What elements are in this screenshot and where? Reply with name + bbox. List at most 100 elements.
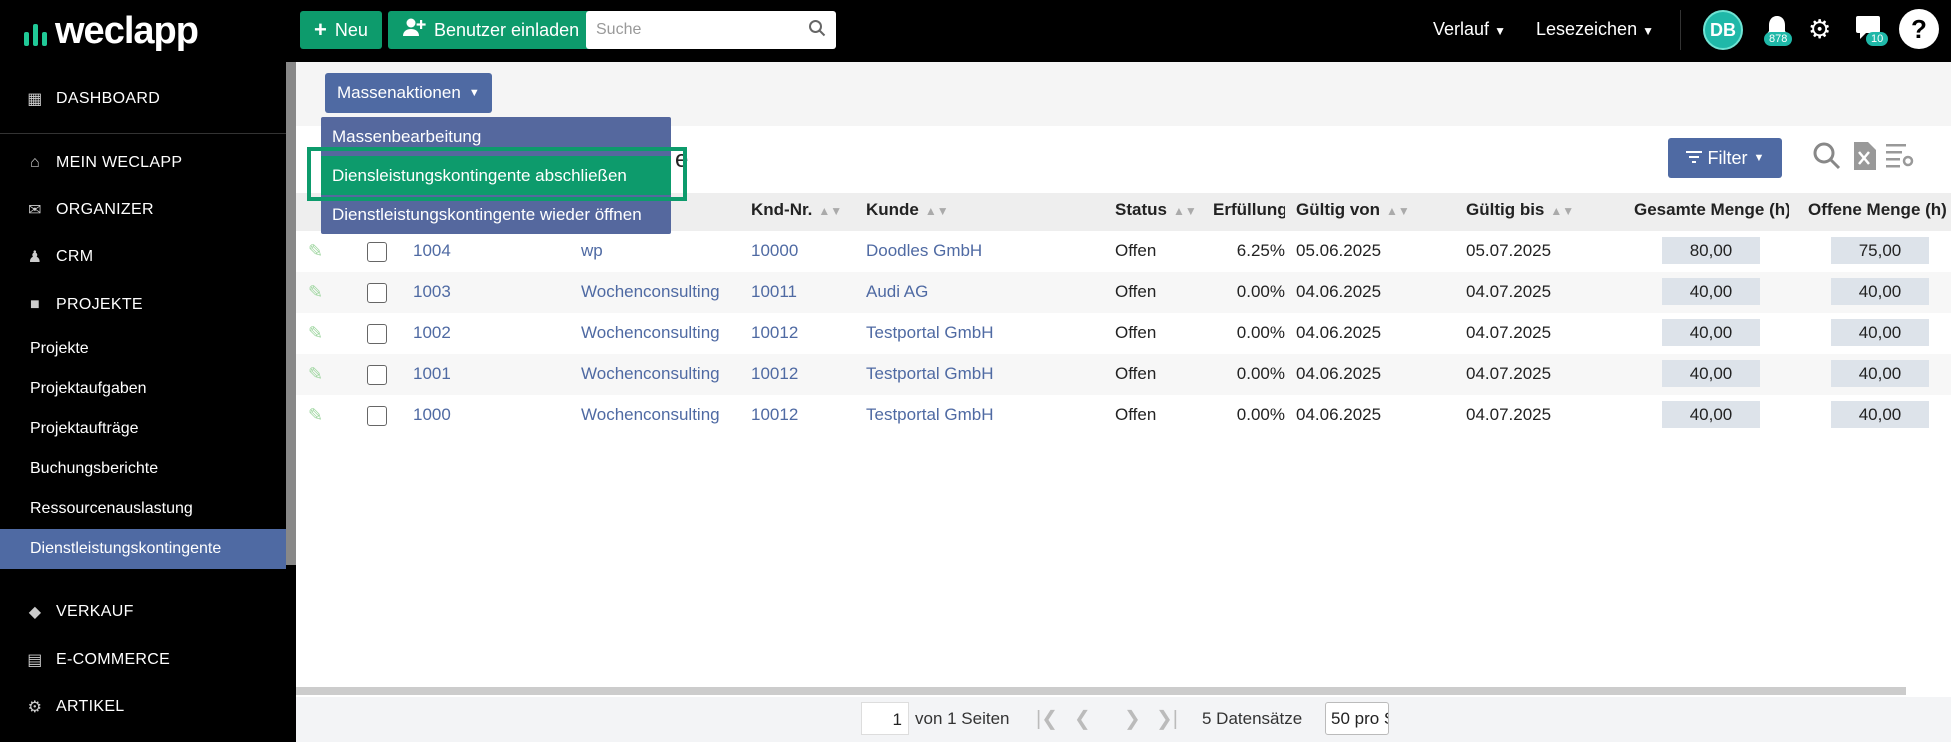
gear-icon[interactable]: ⚙: [1808, 14, 1831, 45]
mass-actions-label: Massenaktionen: [337, 83, 461, 102]
sort-icon: ▲▼: [924, 204, 949, 218]
horizontal-scrollbar[interactable]: [296, 687, 1906, 695]
column-header-label: Erfüllung: [1213, 200, 1285, 219]
sidebar-item-organizer[interactable]: ✉ ORGANIZER: [0, 190, 286, 230]
status-text: Offen: [1115, 282, 1157, 301]
column-header-gueltig-von[interactable]: Gültig von ▲▼: [1296, 200, 1410, 220]
excel-export-icon[interactable]: [1852, 142, 1876, 177]
customer-link[interactable]: Doodles GmbH: [866, 241, 982, 261]
customer-number-link[interactable]: 10011: [751, 282, 797, 302]
sidebar-subitem-projektauftraege[interactable]: Projektaufträge: [0, 409, 286, 449]
row-number-link[interactable]: 1003: [413, 282, 451, 302]
filter-label: Filter: [1707, 147, 1748, 168]
valid-from-text: 04.06.2025: [1296, 323, 1382, 342]
new-button[interactable]: + Neu: [300, 11, 382, 49]
edit-icon[interactable]: ✎: [308, 405, 323, 426]
customer-number-link[interactable]: 10012: [751, 405, 798, 425]
row-name-link[interactable]: Wochenconsulting: [581, 323, 720, 343]
store-icon: ▤: [27, 652, 43, 669]
avatar[interactable]: DB: [1703, 10, 1743, 50]
edit-icon[interactable]: ✎: [308, 364, 323, 385]
sidebar-subitem-ressourcenauslastung[interactable]: Ressourcenauslastung: [0, 489, 286, 529]
home-icon: ⌂: [30, 154, 40, 171]
row-name-link[interactable]: wp: [581, 241, 603, 261]
first-page-icon[interactable]: |❮: [1036, 706, 1058, 731]
filter-button[interactable]: Filter ▼: [1668, 138, 1782, 178]
open-quantity-value: 40,00: [1831, 319, 1929, 346]
sidebar-subitem-projekte[interactable]: Projekte: [0, 329, 286, 369]
column-header-erfuellung[interactable]: Erfüllung: [1213, 200, 1285, 220]
sidebar-item-crm[interactable]: ♟ CRM: [0, 237, 286, 277]
total-quantity-value: 40,00: [1662, 401, 1760, 428]
weclapp-logo[interactable]: weclapp: [24, 10, 199, 53]
page-number-input[interactable]: 1: [861, 702, 909, 735]
last-page-icon[interactable]: ❯|: [1156, 706, 1178, 731]
edit-icon[interactable]: ✎: [308, 241, 323, 262]
column-settings-icon[interactable]: [1886, 142, 1914, 175]
sidebar-subitem-projektaufgaben[interactable]: Projektaufgaben: [0, 369, 286, 409]
plus-icon: +: [314, 17, 327, 42]
sidebar-subitem-buchungsberichte[interactable]: Buchungsberichte: [0, 449, 286, 489]
row-checkbox[interactable]: [367, 242, 387, 262]
valid-to-text: 04.07.2025: [1466, 323, 1552, 342]
column-header-gueltig-bis[interactable]: Gültig bis ▲▼: [1466, 200, 1574, 220]
customer-number-link[interactable]: 10000: [751, 241, 798, 261]
next-page-icon[interactable]: ❯: [1124, 706, 1141, 731]
row-checkbox[interactable]: [367, 324, 387, 344]
column-header-gesamte-menge[interactable]: Gesamte Menge (h): [1634, 200, 1789, 220]
brand-name: weclapp: [55, 10, 199, 52]
column-header-knd-nr[interactable]: Knd-Nr. ▲▼: [751, 200, 842, 220]
sidebar-item-verkauf[interactable]: ◆ VERKAUF: [0, 592, 286, 632]
row-number-link[interactable]: 1001: [413, 364, 451, 384]
row-checkbox[interactable]: [367, 365, 387, 385]
row-number-link[interactable]: 1000: [413, 405, 451, 425]
per-page-select[interactable]: 50 pro Seite: [1325, 702, 1389, 735]
customer-number-link[interactable]: 10012: [751, 364, 798, 384]
users-icon: ♟: [27, 249, 43, 266]
column-header-offene-menge[interactable]: Offene Menge (h): [1808, 200, 1951, 220]
row-name-link[interactable]: Wochenconsulting: [581, 364, 720, 384]
sidebar-item-label: PROJEKTE: [56, 296, 143, 313]
fulfillment-text: 0.00%: [1236, 323, 1285, 342]
sidebar-item-label: E-COMMERCE: [56, 651, 171, 668]
sidebar-item-artikel[interactable]: ⚙ ARTIKEL: [0, 687, 286, 727]
sidebar-scrollbar[interactable]: [286, 62, 296, 565]
column-header-label: Gesamte Menge (h): [1634, 200, 1789, 219]
divider: [1680, 10, 1681, 50]
sidebar-item-projekte[interactable]: ■ PROJEKTE: [0, 285, 286, 325]
row-name-link[interactable]: Wochenconsulting: [581, 282, 720, 302]
sidebar-item-e-commerce[interactable]: ▤ E-COMMERCE: [0, 640, 286, 680]
row-checkbox[interactable]: [367, 283, 387, 303]
total-quantity-value: 80,00: [1662, 237, 1760, 264]
sidebar-subitem-dienstleistungskontingente[interactable]: Dienstleistungskontingente: [0, 529, 286, 569]
customer-link[interactable]: Audi AG: [866, 282, 928, 302]
customer-link[interactable]: Testportal GmbH: [866, 364, 994, 384]
row-number-link[interactable]: 1004: [413, 241, 451, 261]
customer-link[interactable]: Testportal GmbH: [866, 323, 994, 343]
edit-icon[interactable]: ✎: [308, 323, 323, 344]
column-header-label: Status: [1115, 200, 1167, 219]
sidebar-item-dashboard[interactable]: ▦ DASHBOARD: [0, 79, 286, 119]
edit-icon[interactable]: ✎: [308, 282, 323, 303]
previous-page-icon[interactable]: ❮: [1074, 706, 1091, 731]
column-header-kunde[interactable]: Kunde ▲▼: [866, 200, 949, 220]
row-checkbox[interactable]: [367, 406, 387, 426]
row-name-link[interactable]: Wochenconsulting: [581, 405, 720, 425]
valid-from-text: 05.06.2025: [1296, 241, 1382, 260]
help-button[interactable]: ?: [1899, 9, 1939, 49]
sort-icon: ▲▼: [1172, 204, 1197, 218]
column-header-label: Offene Menge (h): [1808, 200, 1947, 219]
sidebar-item-mein-weclapp[interactable]: ⌂ MEIN WECLAPP: [0, 143, 286, 183]
chevron-down-icon: ▼: [1494, 24, 1506, 38]
column-header-status[interactable]: Status ▲▼: [1115, 200, 1197, 220]
row-number-link[interactable]: 1002: [413, 323, 451, 343]
bookmarks-menu[interactable]: Lesezeichen ▼: [1536, 19, 1654, 40]
mass-actions-button[interactable]: Massenaktionen ▼: [325, 73, 492, 113]
customer-number-link[interactable]: 10012: [751, 323, 798, 343]
customer-link[interactable]: Testportal GmbH: [866, 405, 994, 425]
search-icon[interactable]: [808, 19, 826, 42]
history-menu[interactable]: Verlauf ▼: [1433, 19, 1506, 40]
invite-user-button[interactable]: Benutzer einladen: [388, 11, 594, 49]
search-icon[interactable]: [1813, 142, 1841, 177]
search-input[interactable]: [596, 21, 808, 39]
